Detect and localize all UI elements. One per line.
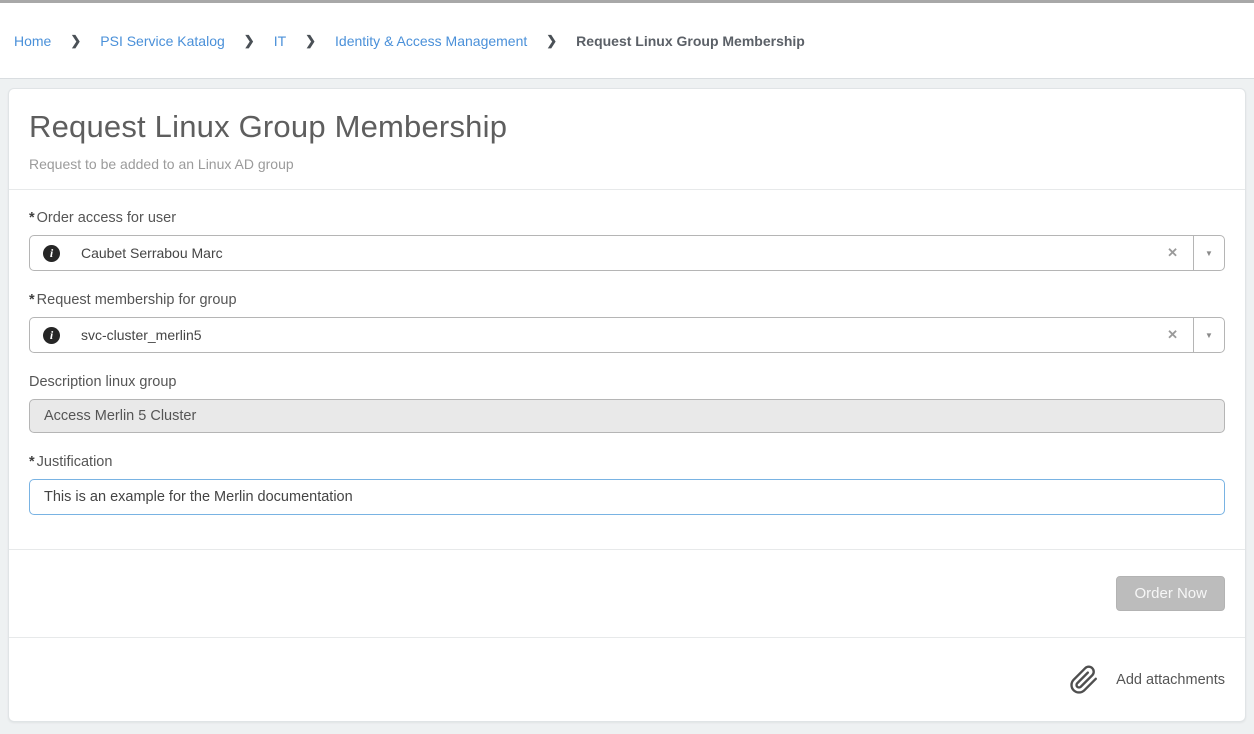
field-label-text: Request membership for group <box>37 292 237 308</box>
field-label-text: Description linux group <box>29 374 177 390</box>
breadcrumb: Home ❯ PSI Service Katalog ❯ IT ❯ Identi… <box>14 33 805 49</box>
chevron-right-icon: ❯ <box>244 33 255 49</box>
order-now-button[interactable]: Order Now <box>1116 576 1225 611</box>
dropdown-caret-icon[interactable]: ▼ <box>1193 236 1224 270</box>
required-marker: * <box>29 292 35 308</box>
breadcrumb-identity-access-management[interactable]: Identity & Access Management <box>335 33 527 49</box>
request-membership-for-group-field[interactable]: i svc-cluster_merlin5 ✕ ▼ <box>29 317 1225 353</box>
add-attachments-label: Add attachments <box>1116 672 1225 688</box>
dropdown-caret-icon[interactable]: ▼ <box>1193 318 1224 352</box>
chevron-right-icon: ❯ <box>546 33 557 49</box>
info-icon[interactable]: i <box>43 245 60 262</box>
form-body: * Order access for user i Caubet Serrabo… <box>9 190 1245 549</box>
clear-icon[interactable]: ✕ <box>1152 245 1193 261</box>
request-membership-for-group-value: svc-cluster_merlin5 <box>81 327 1152 343</box>
page-subtitle: Request to be added to an Linux AD group <box>29 156 1225 172</box>
required-marker: * <box>29 454 35 470</box>
description-linux-group-label: Description linux group <box>29 374 1225 390</box>
card-header: Request Linux Group Membership Request t… <box>9 89 1245 190</box>
description-linux-group-value: Access Merlin 5 Cluster <box>44 408 196 424</box>
breadcrumb-current-page: Request Linux Group Membership <box>576 33 805 49</box>
order-access-for-user-value: Caubet Serrabou Marc <box>81 245 1152 261</box>
breadcrumb-it[interactable]: IT <box>274 33 286 49</box>
attachments-row: Add attachments <box>9 637 1245 721</box>
field-label-text: Order access for user <box>37 210 176 226</box>
description-linux-group-field: Access Merlin 5 Cluster <box>29 399 1225 433</box>
order-access-for-user-label: * Order access for user <box>29 210 1225 226</box>
catalog-item-card: Request Linux Group Membership Request t… <box>8 88 1246 722</box>
order-access-for-user-field[interactable]: i Caubet Serrabou Marc ✕ ▼ <box>29 235 1225 271</box>
breadcrumb-home[interactable]: Home <box>14 33 51 49</box>
chevron-right-icon: ❯ <box>305 33 316 49</box>
request-membership-for-group-label: * Request membership for group <box>29 292 1225 308</box>
chevron-right-icon: ❯ <box>70 33 81 49</box>
paperclip-icon <box>1069 665 1099 695</box>
info-icon[interactable]: i <box>43 327 60 344</box>
actions-row: Order Now <box>9 549 1245 637</box>
page-title: Request Linux Group Membership <box>29 109 1225 145</box>
field-label-text: Justification <box>37 454 113 470</box>
required-marker: * <box>29 210 35 226</box>
justification-input[interactable] <box>29 479 1225 515</box>
clear-icon[interactable]: ✕ <box>1152 327 1193 343</box>
add-attachments-button[interactable]: Add attachments <box>1069 665 1225 695</box>
breadcrumb-bar: Home ❯ PSI Service Katalog ❯ IT ❯ Identi… <box>0 3 1254 79</box>
breadcrumb-psi-service-katalog[interactable]: PSI Service Katalog <box>100 33 225 49</box>
justification-label: * Justification <box>29 454 1225 470</box>
